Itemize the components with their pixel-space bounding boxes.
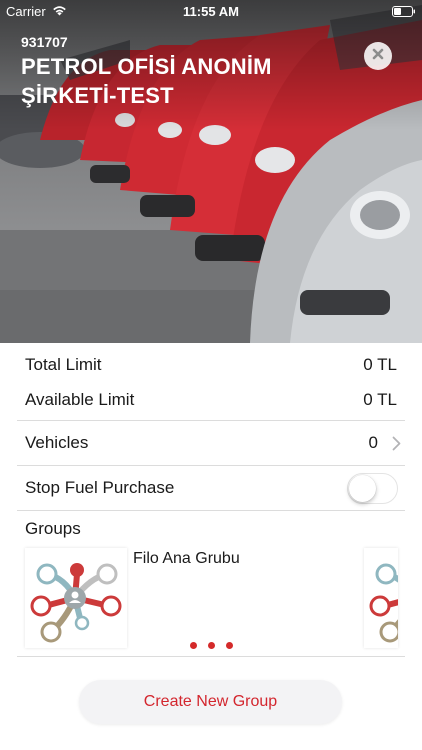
total-limit-value: 0 TL: [363, 355, 397, 374]
page-indicator[interactable]: [0, 642, 422, 649]
clock: 11:55 AM: [183, 4, 239, 19]
divider: [17, 420, 405, 421]
groups-title: Groups: [25, 519, 81, 538]
divider: [17, 656, 405, 657]
group-network-icon: [30, 563, 122, 643]
account-number: 931707: [21, 34, 68, 50]
group-network-icon: [369, 563, 398, 643]
close-icon: [372, 47, 384, 65]
status-bar: Carrier 11:55 AM: [0, 0, 422, 22]
chevron-right-icon: [392, 436, 401, 456]
stop-fuel-label: Stop Fuel Purchase: [25, 478, 175, 497]
group-card-next-peek[interactable]: [364, 548, 398, 648]
stop-fuel-toggle[interactable]: [347, 473, 398, 504]
stop-fuel-row: Stop Fuel Purchase: [17, 473, 405, 504]
divider: [17, 465, 405, 466]
create-new-group-button[interactable]: Create New Group: [79, 680, 342, 724]
vehicles-row[interactable]: Vehicles 0: [17, 433, 405, 457]
vehicles-count: 0: [368, 433, 378, 452]
fleet-account-screen: Carrier 11:55 AM 931707 PETROL OFİSİ ANO…: [0, 0, 422, 750]
page-dot[interactable]: [207, 642, 215, 649]
account-name: PETROL OFİSİ ANONİM ŞİRKETİ-TEST: [21, 54, 272, 108]
available-limit-label: Available Limit: [25, 390, 135, 409]
page-dot[interactable]: [189, 642, 197, 649]
vehicles-label: Vehicles: [25, 433, 89, 452]
battery-icon: [392, 5, 416, 20]
divider: [17, 510, 405, 511]
available-limit-value: 0 TL: [363, 390, 397, 409]
total-limit-label: Total Limit: [25, 355, 102, 374]
group-name[interactable]: Filo Ana Grubu: [133, 550, 240, 568]
toggle-knob: [349, 475, 376, 502]
page-dot[interactable]: [225, 642, 233, 649]
group-card-image[interactable]: [25, 548, 127, 648]
close-button[interactable]: [364, 42, 392, 70]
